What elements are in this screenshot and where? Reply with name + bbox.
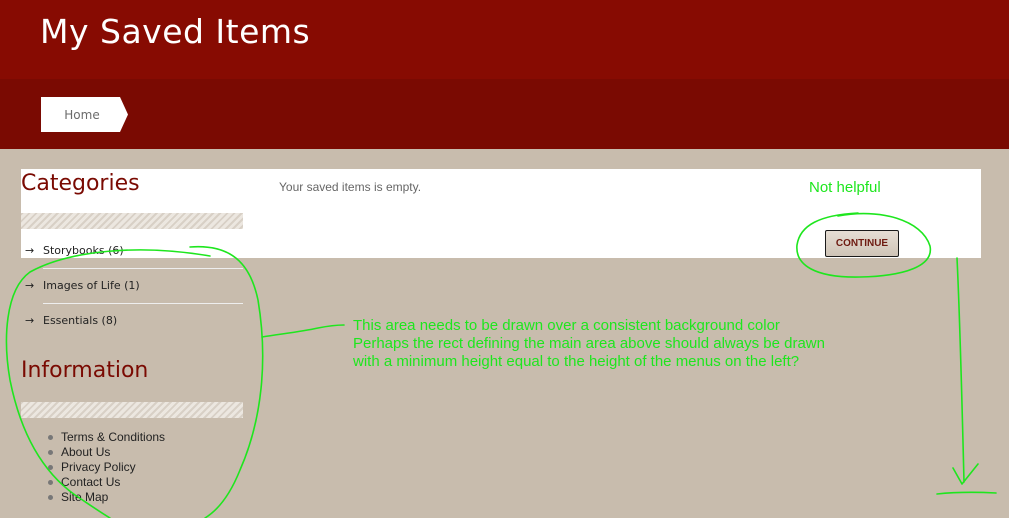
about-us-link[interactable]: About Us (61, 445, 110, 459)
info-link-contact: Contact Us (21, 475, 165, 490)
annotation-not-helpful: Not helpful (809, 179, 881, 196)
categories-heading: Categories (21, 171, 140, 196)
arrow-right-icon: → (25, 244, 35, 257)
category-item-images-of-life[interactable]: → Images of Life (1) (21, 279, 243, 313)
site-map-link[interactable]: Site Map (61, 490, 108, 504)
annotation-line: Perhaps the rect defining the main area … (353, 335, 825, 352)
annotation-line: This area needs to be drawn over a consi… (353, 317, 780, 334)
annotation-line: with a minimum height equal to the heigh… (353, 353, 800, 370)
annotation-pointer-line (261, 324, 345, 338)
continue-button[interactable]: CONTINUE (825, 230, 899, 257)
header-banner: My Saved Items (0, 0, 1009, 79)
nav-home-tab[interactable]: Home (41, 97, 128, 132)
category-label[interactable]: Essentials (8) (43, 314, 117, 327)
info-link-about: About Us (21, 445, 165, 460)
information-divider-stripe (21, 402, 243, 418)
nav-home-label[interactable]: Home (41, 97, 123, 132)
arrow-baseline-scribble (936, 491, 997, 495)
info-link-terms: Terms & Conditions (21, 430, 165, 445)
categories-divider-stripe (21, 213, 243, 229)
category-item-storybooks[interactable]: → Storybooks (6) (21, 244, 243, 278)
contact-us-link[interactable]: Contact Us (61, 475, 120, 489)
arrow-down-scribble (952, 257, 979, 485)
empty-cart-message: Your saved items is empty. (279, 180, 422, 194)
arrow-right-icon: → (25, 314, 35, 327)
information-links: Terms & Conditions About Us Privacy Poli… (21, 430, 165, 505)
nav-bar (0, 79, 1009, 149)
information-heading: Information (21, 358, 149, 383)
info-link-sitemap: Site Map (21, 490, 165, 505)
category-item-essentials[interactable]: → Essentials (8) (21, 314, 243, 348)
annotation-layout-note: This area needs to be drawn over a consi… (353, 317, 913, 371)
page-title: My Saved Items (40, 12, 311, 51)
category-divider (43, 303, 243, 304)
terms-link[interactable]: Terms & Conditions (61, 430, 165, 444)
category-label[interactable]: Storybooks (6) (43, 244, 124, 257)
category-label[interactable]: Images of Life (1) (43, 279, 140, 292)
privacy-policy-link[interactable]: Privacy Policy (61, 460, 136, 474)
info-link-privacy: Privacy Policy (21, 460, 165, 475)
arrow-right-icon: → (25, 279, 35, 292)
category-divider (43, 268, 243, 269)
